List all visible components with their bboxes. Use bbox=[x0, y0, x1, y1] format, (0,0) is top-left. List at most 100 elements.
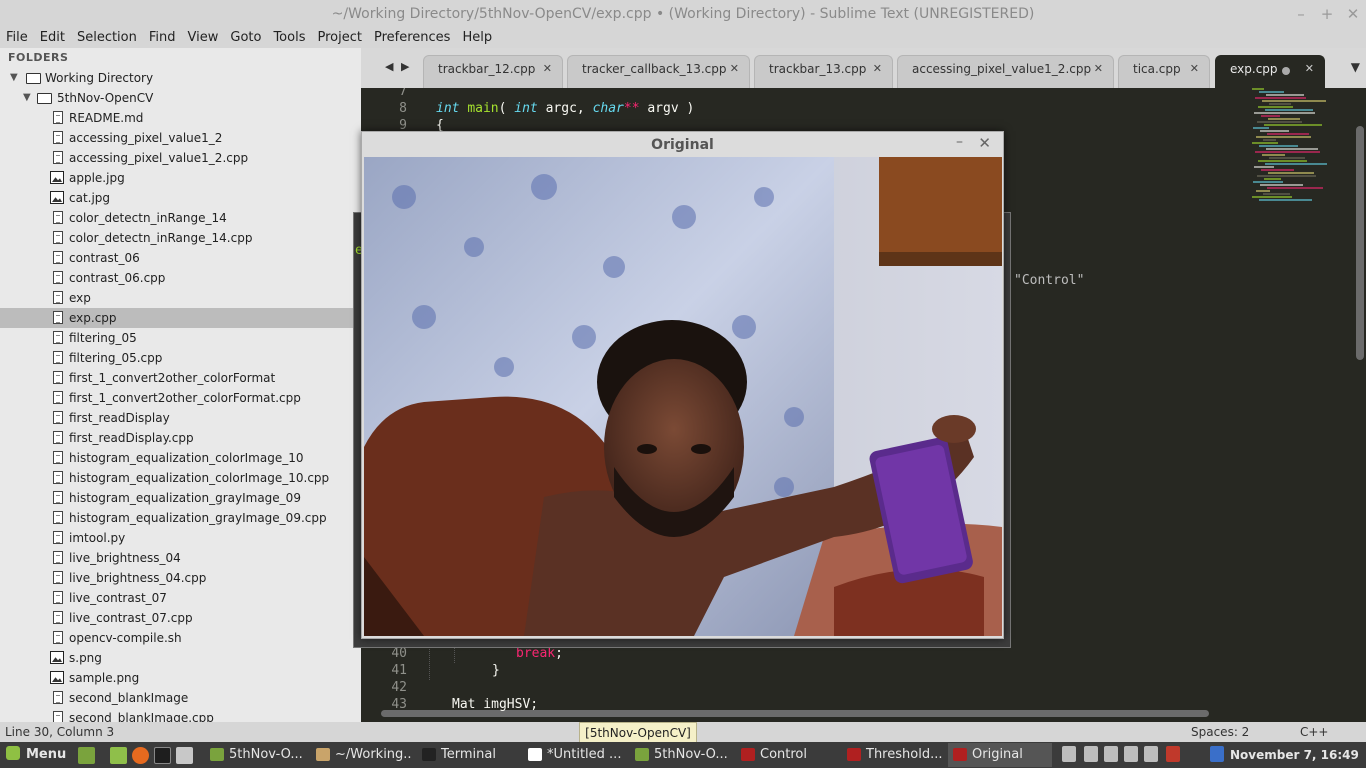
tab-close-icon[interactable]: ✕ bbox=[873, 56, 882, 82]
battery-icon[interactable] bbox=[1144, 746, 1158, 762]
close-button[interactable]: ✕ bbox=[1340, 0, 1366, 28]
file-item[interactable]: histogram_equalization_grayImage_09 bbox=[0, 488, 361, 508]
file-item[interactable]: contrast_06 bbox=[0, 248, 361, 268]
tab-accessing-pixel-value1-2-cpp[interactable]: accessing_pixel_value1_2.cpp ✕ bbox=[897, 55, 1114, 88]
taskbar-item[interactable]: Terminal bbox=[417, 743, 517, 767]
files-launcher-icon[interactable] bbox=[110, 747, 127, 764]
menu-preferences[interactable]: Preferences bbox=[368, 28, 456, 48]
taskbar-item[interactable]: ~/Working... bbox=[311, 743, 411, 767]
menu-file[interactable]: File bbox=[0, 28, 34, 48]
taskbar-item[interactable]: Original bbox=[948, 743, 1052, 767]
file-item[interactable]: cat.jpg bbox=[0, 188, 361, 208]
tab-dropdown-icon[interactable]: ▼ bbox=[1351, 60, 1360, 74]
tab-next-icon[interactable]: ▶ bbox=[401, 60, 409, 73]
sublime-launcher-icon[interactable] bbox=[176, 747, 193, 764]
tab-close-icon[interactable]: ✕ bbox=[1190, 56, 1199, 82]
popup-minimize-button[interactable]: – bbox=[956, 134, 963, 150]
file-item[interactable]: exp bbox=[0, 288, 361, 308]
minimap-line bbox=[1257, 121, 1302, 123]
file-item[interactable]: filtering_05 bbox=[0, 328, 361, 348]
taskbar-item[interactable]: *Untitled ... bbox=[523, 743, 623, 767]
file-item[interactable]: imtool.py bbox=[0, 528, 361, 548]
file-item[interactable]: apple.jpg bbox=[0, 168, 361, 188]
tooltip: [5thNov-OpenCV] bbox=[579, 722, 697, 744]
firefox-launcher-icon[interactable] bbox=[132, 747, 149, 764]
show-desktop-icon[interactable] bbox=[78, 747, 95, 764]
menu-tools[interactable]: Tools bbox=[267, 28, 311, 48]
minimize-button[interactable]: – bbox=[1288, 0, 1314, 28]
file-item[interactable]: live_contrast_07 bbox=[0, 588, 361, 608]
file-item[interactable]: live_contrast_07.cpp bbox=[0, 608, 361, 628]
file-item[interactable]: exp.cpp bbox=[0, 308, 361, 328]
file-item[interactable]: filtering_05.cpp bbox=[0, 348, 361, 368]
vertical-scrollbar[interactable] bbox=[1356, 126, 1364, 360]
tab-close-icon[interactable]: ✕ bbox=[543, 56, 552, 82]
taskbar-item[interactable]: 5thNov-O... bbox=[630, 743, 730, 767]
folder-root[interactable]: ▼ Working Directory bbox=[0, 68, 361, 88]
file-icon bbox=[53, 411, 63, 424]
file-item[interactable]: s.png bbox=[0, 648, 361, 668]
update-icon[interactable] bbox=[1084, 746, 1098, 762]
menu-view[interactable]: View bbox=[182, 28, 225, 48]
menu-edit[interactable]: Edit bbox=[34, 28, 71, 48]
folder-5thnov[interactable]: ▼ 5thNov-OpenCV bbox=[0, 88, 361, 108]
start-menu-button[interactable]: Menu bbox=[6, 742, 66, 768]
file-item[interactable]: second_blankImage bbox=[0, 688, 361, 708]
file-item[interactable]: histogram_equalization_colorImage_10 bbox=[0, 448, 361, 468]
indentation-setting[interactable]: Spaces: 2 bbox=[1191, 722, 1249, 742]
tab-close-icon[interactable]: ✕ bbox=[1305, 56, 1314, 82]
file-item[interactable]: first_readDisplay bbox=[0, 408, 361, 428]
window-icon bbox=[741, 748, 755, 761]
popup-close-button[interactable]: ✕ bbox=[978, 134, 991, 152]
taskbar-item[interactable]: 5thNov-O... bbox=[205, 743, 305, 767]
file-item[interactable]: second_blankImage.cpp bbox=[0, 708, 361, 722]
file-item[interactable]: sample.png bbox=[0, 668, 361, 688]
notification-icon[interactable] bbox=[1166, 746, 1180, 762]
shield-icon[interactable] bbox=[1210, 746, 1224, 762]
minimap[interactable] bbox=[1246, 88, 1356, 208]
file-item[interactable]: contrast_06.cpp bbox=[0, 268, 361, 288]
menu-project[interactable]: Project bbox=[311, 28, 367, 48]
minimap-line bbox=[1262, 154, 1285, 156]
menu-goto[interactable]: Goto bbox=[224, 28, 267, 48]
terminal-launcher-icon[interactable] bbox=[154, 747, 171, 764]
tab-close-icon[interactable]: ✕ bbox=[730, 56, 739, 82]
file-item[interactable]: opencv-compile.sh bbox=[0, 628, 361, 648]
file-item[interactable]: accessing_pixel_value1_2.cpp bbox=[0, 148, 361, 168]
tab-trackbar-13-cpp[interactable]: trackbar_13.cpp ✕ bbox=[754, 55, 893, 88]
tab-exp-cpp[interactable]: exp.cpp ✕ bbox=[1215, 55, 1325, 88]
menu-help[interactable]: Help bbox=[456, 28, 498, 48]
file-item[interactable]: live_brightness_04 bbox=[0, 548, 361, 568]
menu-selection[interactable]: Selection bbox=[71, 28, 143, 48]
expand-arrow-icon[interactable]: ▼ bbox=[10, 68, 18, 88]
menu-find[interactable]: Find bbox=[143, 28, 182, 48]
maximize-button[interactable]: + bbox=[1314, 0, 1340, 28]
file-item[interactable]: histogram_equalization_colorImage_10.cpp bbox=[0, 468, 361, 488]
clock[interactable]: November 7, 16:49 bbox=[1230, 742, 1359, 768]
tab-close-icon[interactable]: ✕ bbox=[1094, 56, 1103, 82]
file-item[interactable]: color_detectn_inRange_14.cpp bbox=[0, 228, 361, 248]
wifi-icon[interactable] bbox=[1104, 746, 1118, 762]
user-icon[interactable] bbox=[1062, 746, 1076, 762]
tab-tica-cpp[interactable]: tica.cpp ✕ bbox=[1118, 55, 1210, 88]
file-label: contrast_06.cpp bbox=[69, 271, 166, 285]
image-file-icon bbox=[50, 651, 64, 664]
file-item[interactable]: live_brightness_04.cpp bbox=[0, 568, 361, 588]
syntax-setting[interactable]: C++ bbox=[1300, 722, 1329, 742]
original-window[interactable]: Original – ✕ bbox=[361, 131, 1004, 639]
file-item[interactable]: README.md bbox=[0, 108, 361, 128]
file-item[interactable]: first_1_convert2other_colorFormat bbox=[0, 368, 361, 388]
tab-trackbar-12-cpp[interactable]: trackbar_12.cpp ✕ bbox=[423, 55, 563, 88]
file-item[interactable]: color_detectn_inRange_14 bbox=[0, 208, 361, 228]
volume-icon[interactable] bbox=[1124, 746, 1138, 762]
taskbar-item[interactable]: Threshold... bbox=[842, 743, 942, 767]
tab-prev-icon[interactable]: ◀ bbox=[385, 60, 393, 73]
file-item[interactable]: histogram_equalization_grayImage_09.cpp bbox=[0, 508, 361, 528]
file-item[interactable]: first_readDisplay.cpp bbox=[0, 428, 361, 448]
expand-arrow-icon[interactable]: ▼ bbox=[23, 88, 31, 108]
file-icon bbox=[53, 151, 63, 164]
file-item[interactable]: first_1_convert2other_colorFormat.cpp bbox=[0, 388, 361, 408]
tab-tracker-callback-13-cpp[interactable]: tracker_callback_13.cpp ✕ bbox=[567, 55, 750, 88]
taskbar-item[interactable]: Control bbox=[736, 743, 836, 767]
file-item[interactable]: accessing_pixel_value1_2 bbox=[0, 128, 361, 148]
